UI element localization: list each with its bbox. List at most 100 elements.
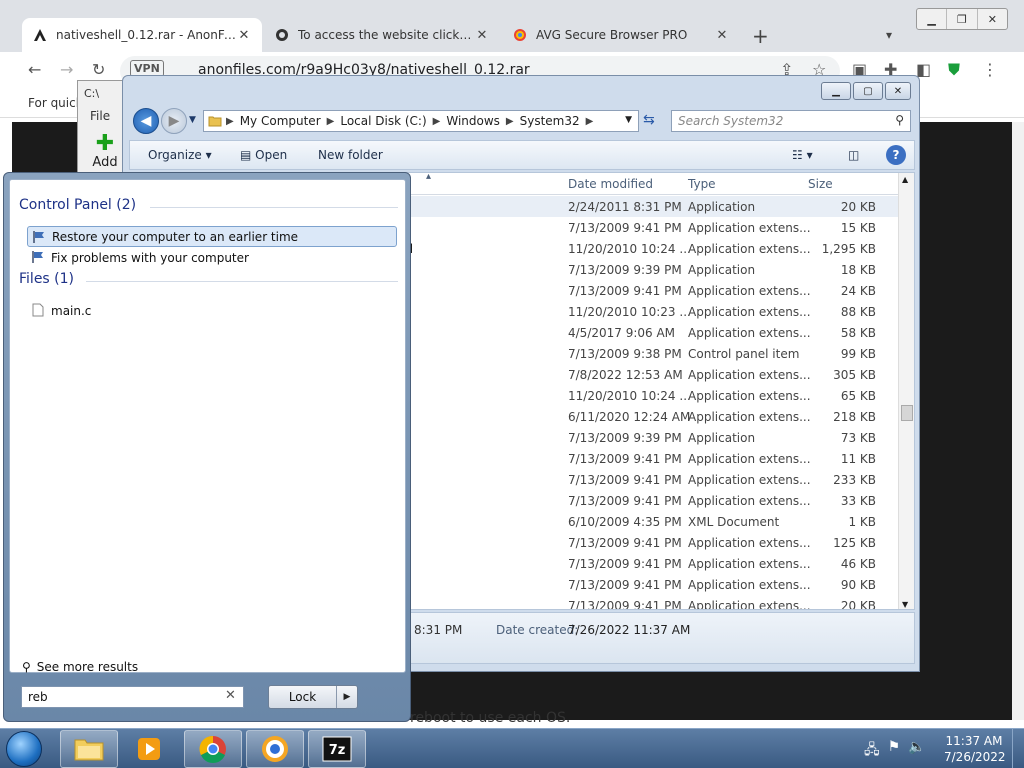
column-date[interactable]: Date modified xyxy=(568,177,653,191)
reload-icon[interactable]: ↻ xyxy=(92,60,105,79)
cell-size: 15 KB xyxy=(840,221,876,235)
search-input[interactable]: Search System32 ⚲ xyxy=(671,110,911,132)
system-tray: 🖧 ⚑ 🔈 xyxy=(864,739,926,763)
maximize-icon[interactable]: ▢ xyxy=(853,82,883,100)
chevron-right-icon[interactable]: ▶ xyxy=(337,686,357,708)
chevron-right-icon: ▶ xyxy=(585,115,594,127)
cell-date: 7/8/2022 12:53 AM xyxy=(568,368,683,382)
column-type[interactable]: Type xyxy=(688,177,716,191)
new-tab-icon[interactable]: + xyxy=(752,24,769,48)
network-icon[interactable]: 🖧 xyxy=(864,739,880,763)
search-icon[interactable]: ⚲ xyxy=(895,113,904,127)
close-icon[interactable]: ✕ xyxy=(714,28,730,43)
cell-size: 1,295 KB xyxy=(821,242,876,256)
back-arrow-icon[interactable]: ◀ xyxy=(133,108,159,134)
back-icon[interactable]: ← xyxy=(28,60,41,79)
breadcrumb[interactable]: ▶ My Computer ▶ Local Disk (C:) ▶ Window… xyxy=(203,110,639,132)
anonfiles-icon xyxy=(32,27,48,43)
breadcrumb-item[interactable]: My Computer xyxy=(240,114,321,128)
cell-date: 7/13/2009 9:41 PM xyxy=(568,578,682,592)
cell-date: 11/20/2010 10:23 ... xyxy=(568,305,691,319)
page-scrollbar[interactable] xyxy=(1012,122,1024,720)
sort-arrow-icon: ▴ xyxy=(426,172,432,182)
chevron-right-icon: ▶ xyxy=(505,115,514,127)
breadcrumb-item[interactable]: System32 xyxy=(520,114,580,128)
tab-access-website[interactable]: To access the website click the "A ✕ xyxy=(264,18,500,52)
taskbar-chrome[interactable] xyxy=(184,730,242,768)
taskbar: 7z 🖧 ⚑ 🔈 11:37 AM 7/26/2022 xyxy=(0,728,1024,768)
organize-button[interactable]: Organize ▾ xyxy=(148,148,212,162)
taskbar-explorer[interactable] xyxy=(60,730,118,768)
cell-date: 7/13/2009 9:41 PM xyxy=(568,473,682,487)
taskbar-media-player[interactable] xyxy=(120,730,178,768)
preview-pane-icon[interactable]: ◫ xyxy=(848,148,859,162)
result-label: main.c xyxy=(51,303,92,318)
menu-file[interactable]: File xyxy=(90,109,110,123)
shield-icon[interactable]: ⛊ xyxy=(948,60,960,80)
result-fix-problems[interactable]: Fix problems with your computer xyxy=(27,247,397,268)
tab-search-icon[interactable]: ▾ xyxy=(886,28,892,42)
open-button[interactable]: ▤ Open xyxy=(240,148,287,162)
scroll-up-icon[interactable]: ▲ xyxy=(902,175,908,184)
view-options-icon[interactable]: ☷ ▾ xyxy=(792,148,813,162)
add-button[interactable]: ✚ Add xyxy=(90,133,120,171)
taskbar-avg-browser[interactable] xyxy=(246,730,304,768)
lock-button[interactable]: Lock ▶ xyxy=(268,685,358,709)
refresh-icon[interactable]: ⇆ xyxy=(643,112,655,128)
minimize-icon[interactable]: ▁ xyxy=(821,82,851,100)
volume-icon[interactable]: 🔈 xyxy=(908,739,925,763)
clock-date: 7/26/2022 xyxy=(944,750,1006,764)
cell-size: 99 KB xyxy=(840,347,876,361)
chevron-down-icon[interactable]: ▼ xyxy=(625,115,632,125)
cell-date: 7/13/2009 9:41 PM xyxy=(568,494,682,508)
tab-strip: nativeshell_0.12.rar - AnonFiles ✕ To ac… xyxy=(0,0,1024,52)
cell-type: Application extens... xyxy=(688,536,811,550)
open-label: Open xyxy=(255,148,288,162)
see-more-results[interactable]: ⚲ See more results xyxy=(22,660,138,674)
cell-type: Application extens... xyxy=(688,326,811,340)
add-label: Add xyxy=(92,155,118,170)
taskbar-7zip[interactable]: 7z xyxy=(308,730,366,768)
clear-icon[interactable]: ✕ xyxy=(225,688,236,703)
chrome-icon xyxy=(199,735,226,763)
minimize-icon[interactable]: ▁ xyxy=(917,9,948,29)
history-dropdown-icon[interactable]: ▼ xyxy=(189,115,196,125)
vertical-scrollbar[interactable]: ▲ ▼ xyxy=(898,173,914,609)
scroll-down-icon[interactable]: ▼ xyxy=(902,600,908,609)
cell-date: 6/11/2020 12:24 AM xyxy=(568,410,691,424)
close-icon[interactable]: ✕ xyxy=(978,9,1007,29)
close-icon[interactable]: ✕ xyxy=(885,82,911,100)
tab-anonfiles[interactable]: nativeshell_0.12.rar - AnonFiles ✕ xyxy=(22,18,262,52)
clock[interactable]: 11:37 AM 7/26/2022 xyxy=(944,733,1006,765)
lock-label[interactable]: Lock xyxy=(269,686,337,708)
cell-type: XML Document xyxy=(688,515,780,529)
cell-type: Application extens... xyxy=(688,473,811,487)
start-button[interactable] xyxy=(6,731,42,767)
column-size[interactable]: Size xyxy=(808,177,833,191)
forward-arrow-icon[interactable]: ▶ xyxy=(161,108,187,134)
cell-type: Application extens... xyxy=(688,389,811,403)
close-icon[interactable]: ✕ xyxy=(474,28,490,43)
show-desktop-button[interactable] xyxy=(1012,729,1024,768)
result-main-c[interactable]: main.c xyxy=(27,300,397,321)
result-restore-computer[interactable]: Restore your computer to an earlier time xyxy=(27,226,397,247)
new-folder-button[interactable]: New folder xyxy=(318,148,383,162)
close-icon[interactable]: ✕ xyxy=(236,28,252,43)
flag-icon xyxy=(31,250,45,264)
result-label: Restore your computer to an earlier time xyxy=(52,229,299,244)
tab-avg[interactable]: AVG Secure Browser PRO ✕ xyxy=(502,18,740,52)
maximize-icon[interactable]: ❐ xyxy=(947,9,978,29)
breadcrumb-item[interactable]: Windows xyxy=(446,114,500,128)
cell-date: 7/13/2009 9:41 PM xyxy=(568,536,682,550)
cell-size: 233 KB xyxy=(833,473,876,487)
cell-type: Application xyxy=(688,431,756,445)
breadcrumb-item[interactable]: Local Disk (C:) xyxy=(340,114,426,128)
cell-type: Application extens... xyxy=(688,221,811,235)
help-icon[interactable]: ? xyxy=(886,145,906,165)
start-search-input[interactable]: reb xyxy=(21,686,244,708)
cell-size: 18 KB xyxy=(840,263,876,277)
forward-icon[interactable]: → xyxy=(60,60,73,79)
scroll-thumb[interactable] xyxy=(901,405,913,421)
action-center-icon[interactable]: ⚑ xyxy=(888,739,901,763)
menu-dots-icon[interactable]: ⋮ xyxy=(982,60,998,79)
